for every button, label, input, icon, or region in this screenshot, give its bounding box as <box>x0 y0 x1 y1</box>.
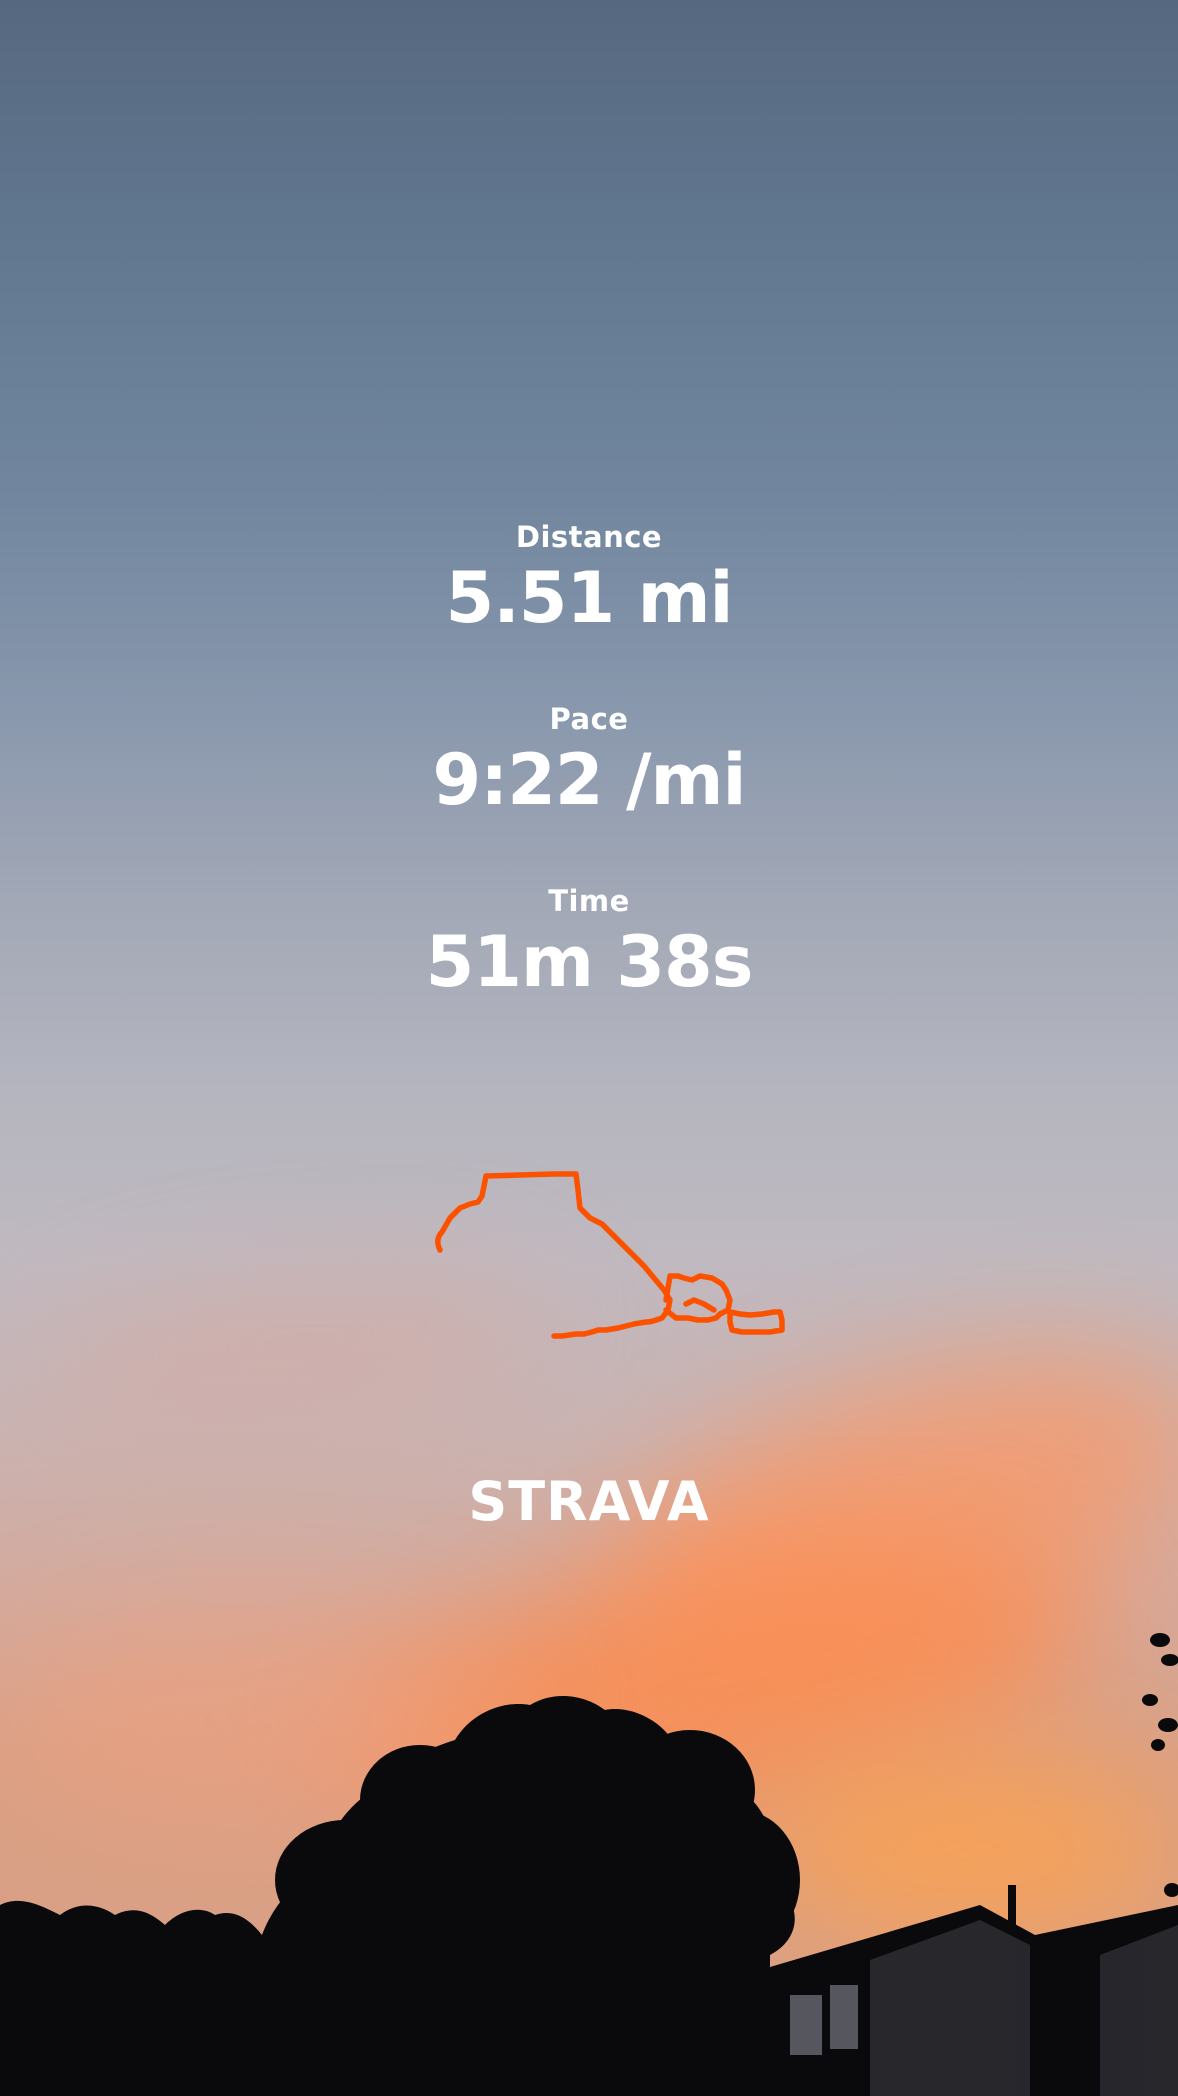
time-label: Time <box>548 884 630 918</box>
route-map-trace <box>435 1171 785 1339</box>
time-stat: Time 51m 38s <box>0 884 1178 1002</box>
pace-value: 9:22 /mi <box>432 739 747 821</box>
pace-stat: Pace 9:22 /mi <box>0 702 1178 820</box>
pace-label: Pace <box>549 702 629 736</box>
route-line <box>435 1171 785 1339</box>
distance-value: 5.51 mi <box>445 557 733 639</box>
strava-logo: STRAVA <box>468 1470 710 1533</box>
time-value: 51m 38s <box>425 921 754 1003</box>
activity-stats: Distance 5.51 mi Pace 9:22 /mi Time 51m … <box>0 520 1178 1066</box>
distance-label: Distance <box>515 520 663 554</box>
distance-stat: Distance 5.51 mi <box>0 520 1178 638</box>
